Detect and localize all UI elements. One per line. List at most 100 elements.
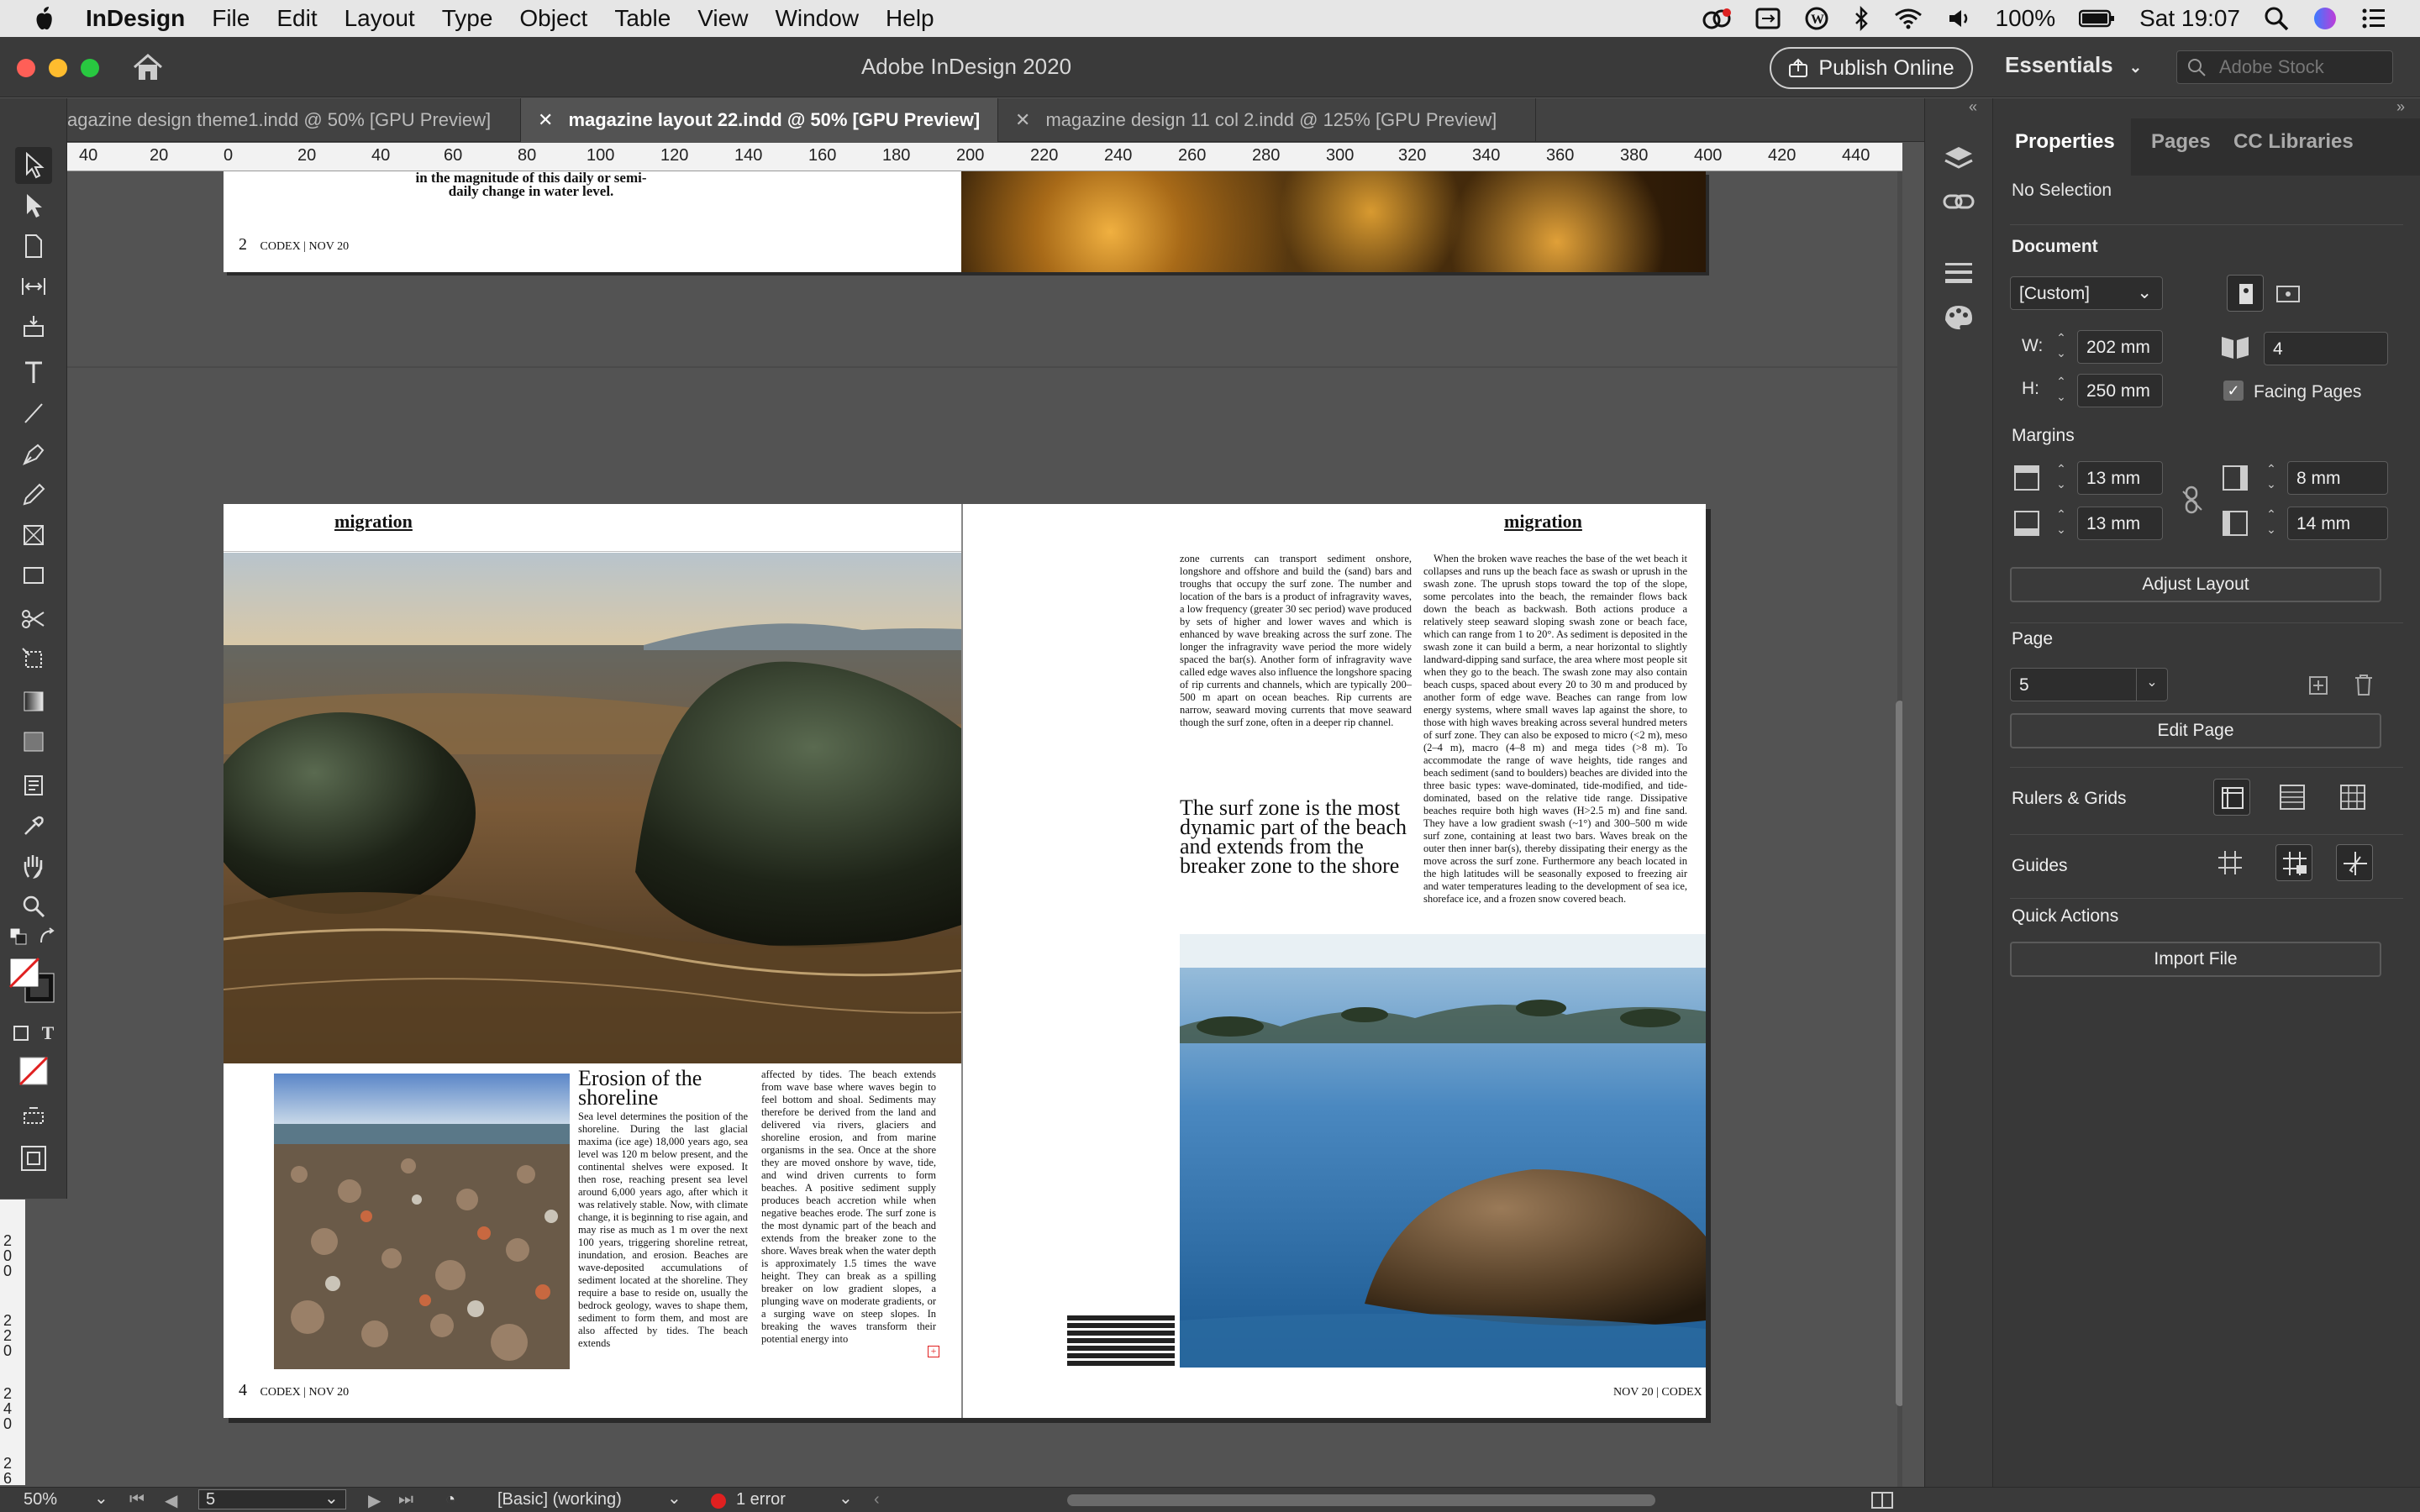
page-select-dropdown[interactable]: ⌄ (2136, 668, 2168, 701)
page-select[interactable]: 5 (2010, 668, 2153, 701)
content-collector-icon[interactable] (15, 308, 52, 345)
profile-dropdown-icon[interactable]: ⌄ (667, 1488, 681, 1509)
default-fill-stroke-icon[interactable] (7, 925, 32, 950)
type-tool-icon[interactable] (15, 354, 52, 391)
stroke-icon[interactable] (1942, 260, 1975, 285)
overset-text-icon[interactable]: + (928, 1346, 939, 1357)
margin-inside-input[interactable]: 8 mm (2287, 461, 2388, 495)
gradient-feather-tool-icon[interactable] (15, 723, 52, 760)
fill-stroke-swatch[interactable] (7, 955, 60, 1009)
height-stepper[interactable]: ⌃ ⌄ (2049, 374, 2074, 407)
screen-mode-icon[interactable] (15, 1140, 52, 1177)
scroll-left-icon[interactable]: ‹ (874, 1490, 880, 1509)
links-icon[interactable] (1942, 191, 1975, 213)
gap-tool-icon[interactable] (15, 268, 52, 305)
vertical-scroll-thumb[interactable] (1896, 701, 1902, 1406)
zoom-level[interactable]: 50% (24, 1490, 57, 1509)
show-guides-icon[interactable] (2215, 848, 2245, 878)
facing-pages-checkbox[interactable]: ✓ (2223, 381, 2244, 401)
frame-grid-icon[interactable] (15, 1098, 52, 1135)
battery-icon[interactable] (2079, 8, 2116, 29)
margin-bottom-stepper[interactable]: ⌃ ⌄ (2049, 507, 2074, 540)
height-input[interactable]: 250 mm (2077, 374, 2163, 407)
menu-edit[interactable]: Edit (263, 5, 330, 32)
rectangle-tool-icon[interactable] (15, 557, 52, 594)
wifi-icon[interactable] (1893, 7, 1923, 30)
volume-icon[interactable] (1947, 7, 1972, 30)
zoom-dropdown-icon[interactable]: ⌄ (94, 1488, 108, 1509)
tab-magazine-layout-22[interactable]: ✕ magazine layout 22.indd @ 50% [GPU Pre… (521, 98, 998, 142)
tab-cc-libraries[interactable]: CC Libraries (2233, 130, 2354, 154)
preflight-errors[interactable]: 1 error (736, 1490, 786, 1509)
document-grid-icon[interactable] (2338, 782, 2368, 812)
document-preset-select[interactable]: [Custom] ⌄ (2010, 276, 2163, 310)
panel-expand-icon[interactable]: » (2396, 98, 2405, 116)
tab-properties[interactable]: Properties (2015, 130, 2115, 154)
siri-icon[interactable] (2312, 6, 2338, 31)
page-5[interactable]: migration zone currents can transport se… (961, 504, 1706, 1418)
adobe-stock-search[interactable]: Adobe Stock (2176, 50, 2393, 84)
clock[interactable]: Sat 19:07 (2139, 5, 2240, 32)
publish-online-button[interactable]: Publish Online (1770, 47, 1973, 89)
creative-cloud-icon[interactable] (1702, 7, 1732, 30)
delete-page-icon[interactable] (2353, 673, 2375, 696)
margin-bottom-input[interactable]: 13 mm (2077, 507, 2163, 540)
bluetooth-icon[interactable] (1853, 6, 1870, 31)
scissors-tool-icon[interactable] (15, 601, 52, 638)
notification-center-icon[interactable] (2361, 8, 2386, 29)
formatting-container-icon[interactable] (8, 1021, 34, 1046)
menu-type[interactable]: Type (429, 5, 507, 32)
smart-guides-icon[interactable] (2336, 844, 2373, 881)
swatches-icon[interactable] (1942, 303, 1975, 332)
panel-collapse-icon[interactable]: « (1969, 98, 1977, 116)
tab-magazine-design-theme1[interactable]: agazine design theme1.indd @ 50% [GPU Pr… (67, 98, 521, 142)
portrait-orientation-button[interactable] (2227, 275, 2264, 312)
margin-top-input[interactable]: 13 mm (2077, 461, 2163, 495)
note-tool-icon[interactable] (15, 767, 52, 804)
menu-object[interactable]: Object (506, 5, 601, 32)
ruler-toggle-icon[interactable] (2213, 779, 2250, 816)
menu-layout[interactable]: Layout (331, 5, 429, 32)
screen-share-icon[interactable] (1755, 7, 1781, 30)
baseline-grid-icon[interactable] (2277, 782, 2307, 812)
apple-menu-icon[interactable] (0, 6, 69, 31)
lock-guides-icon[interactable] (2275, 844, 2312, 881)
gradient-swatch-tool-icon[interactable] (15, 683, 52, 720)
margin-outside-input[interactable]: 14 mm (2287, 507, 2388, 540)
import-file-button[interactable]: Import File (2010, 942, 2381, 977)
pencil-tool-icon[interactable] (15, 476, 52, 513)
hand-tool-icon[interactable] (15, 848, 52, 885)
preflight-profile[interactable]: [Basic] (working) (497, 1490, 622, 1509)
errors-dropdown-icon[interactable]: ⌄ (839, 1488, 853, 1509)
margin-outside-stepper[interactable]: ⌃ ⌄ (2259, 507, 2284, 540)
add-page-icon[interactable] (2307, 675, 2329, 696)
apply-none-icon[interactable] (15, 1053, 52, 1089)
menu-help[interactable]: Help (872, 5, 948, 32)
rectangle-frame-tool-icon[interactable] (15, 517, 52, 554)
eyedropper-tool-icon[interactable] (15, 807, 52, 844)
page-dropdown-icon[interactable]: ⌄ (324, 1488, 339, 1509)
line-tool-icon[interactable] (15, 394, 52, 431)
margin-inside-stepper[interactable]: ⌃ ⌄ (2259, 461, 2284, 495)
link-margins-icon[interactable] (2180, 485, 2205, 515)
zoom-tool-icon[interactable] (15, 888, 52, 925)
horizontal-ruler[interactable]: 40 20 0 20 40 60 80 100 120 140 160 180 … (67, 143, 1902, 171)
page-3[interactable] (961, 171, 1706, 272)
edit-page-button[interactable]: Edit Page (2010, 713, 2381, 748)
menu-window[interactable]: Window (761, 5, 872, 32)
landscape-orientation-button[interactable] (2270, 276, 2304, 310)
close-tab-icon[interactable]: ✕ (538, 109, 553, 131)
menu-file[interactable]: File (198, 5, 263, 32)
width-input[interactable]: 202 mm (2077, 330, 2163, 364)
next-page-icon[interactable]: ▶ (368, 1490, 381, 1511)
menu-view[interactable]: View (684, 5, 761, 32)
swap-fill-stroke-icon[interactable] (35, 925, 60, 950)
adjust-layout-button[interactable]: Adjust Layout (2010, 567, 2381, 602)
workspace-switcher[interactable]: Essentials ⌄ (2005, 52, 2142, 78)
previous-page-icon[interactable]: ◀ (165, 1490, 177, 1511)
page-tool-icon[interactable] (15, 228, 52, 265)
direct-selection-tool-icon[interactable] (15, 187, 52, 224)
last-page-icon[interactable]: ⏭ (398, 1490, 413, 1509)
width-stepper[interactable]: ⌃ ⌄ (2049, 330, 2074, 364)
open-document-icon[interactable]: ◔ (445, 1490, 455, 1509)
